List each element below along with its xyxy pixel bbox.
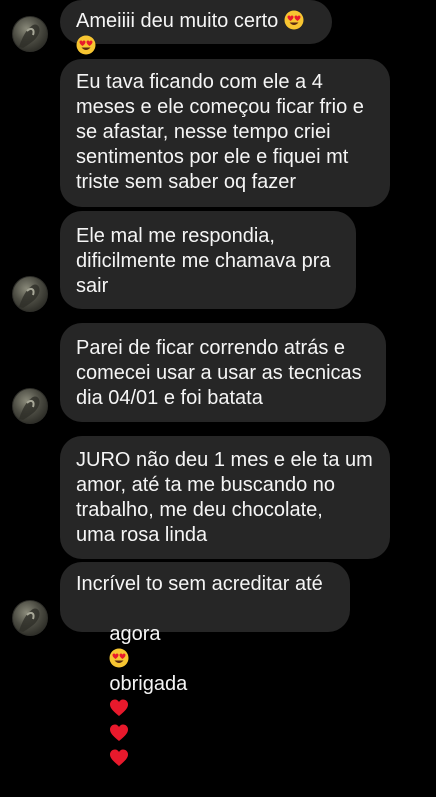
chat-thread: Ameiiii deu muito certo Eu tava ficando … [0,0,436,766]
message-bubble[interactable]: Eu tava ficando com ele a 4 meses e ele … [60,59,390,207]
message-text: Ameiiii deu muito certo [76,10,279,32]
heart-eyes-emoji-icon [284,10,304,30]
message-text: Eu tava ficando com ele a 4 meses e ele … [76,71,364,193]
avatar[interactable] [12,276,48,312]
heart-eyes-emoji-icon [76,35,96,55]
message-bubble[interactable]: JURO não deu 1 mes e ele ta um amor, até… [60,436,390,559]
red-heart-icon [110,699,129,716]
message-bubble[interactable]: Parei de ficar correndo atrás e comecei … [60,323,386,422]
avatar[interactable] [12,388,48,424]
message-text: Ele mal me respondia, dificilmente me ch… [76,225,331,297]
avatar[interactable] [12,16,48,52]
avatar[interactable] [12,600,48,636]
message-text: Incrível to sem acreditar até [76,573,323,595]
message-text-line: agora obrigada [76,597,334,797]
message-bubble[interactable]: Ele mal me respondia, dificilmente me ch… [60,211,356,309]
message-text: JURO não deu 1 mes e ele ta um amor, até… [76,449,373,546]
message-text: Parei de ficar correndo atrás e comecei … [76,337,362,409]
red-heart-icon [110,749,129,766]
red-heart-icon [110,724,129,741]
message-bubble[interactable]: Incrível to sem acreditar até agora obri… [60,562,350,766]
message-text: agora [109,623,161,645]
message-bubble[interactable]: Ameiiii deu muito certo [60,0,332,55]
heart-eyes-emoji-icon [109,648,129,668]
message-text: obrigada [109,673,188,695]
